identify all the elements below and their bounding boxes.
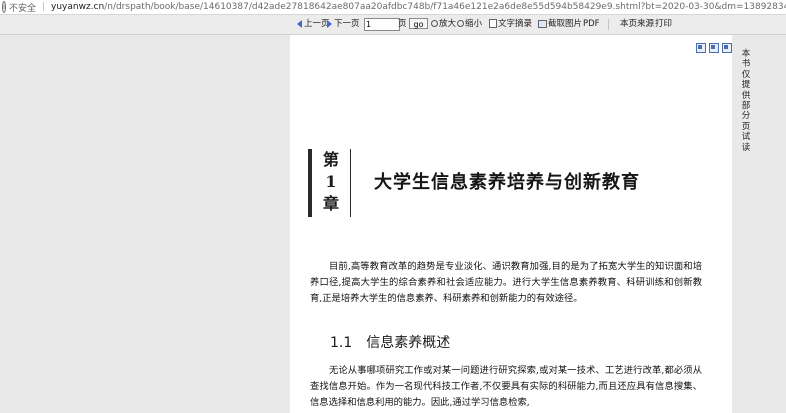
page-number-input[interactable]: [364, 18, 400, 31]
chapter-label: 第 1 章: [308, 149, 351, 217]
zoom-in-label: 放大: [439, 19, 457, 29]
url-path[interactable]: /n/drspath/book/base/14610387/d42ade2781…: [104, 2, 786, 12]
text-extract-icon: [489, 19, 497, 28]
go-button[interactable]: go: [409, 18, 428, 29]
chapter-char-1: 第: [322, 150, 339, 169]
section-paragraph: 无论从事哪项研究工作或对某一问题进行研究探索,或对某一技术、工艺进行改革,都必须…: [310, 365, 702, 408]
notice-char: 供: [741, 90, 751, 101]
zoom-in-icon: [431, 20, 438, 27]
address-separator: |: [41, 2, 46, 12]
notice-char: 本: [741, 49, 751, 59]
url-host[interactable]: yuyanwz.cn: [51, 2, 104, 12]
prev-page-button[interactable]: 上一页: [297, 18, 330, 31]
chapter-title: 大学生信息素养培养与创新教育: [374, 172, 640, 193]
single-page-icon[interactable]: [696, 43, 706, 53]
zoom-out-label: 缩小: [465, 19, 483, 29]
double-page-icon[interactable]: [709, 43, 719, 53]
page-source-button[interactable]: 本页来源: [620, 18, 654, 31]
book-page: 第 1 章 大学生信息素养培养与创新教育 目前,高等教育改革的趋势是专业淡化、通…: [290, 35, 732, 413]
notice-char: 书: [741, 59, 751, 70]
notice-char: 分: [741, 111, 751, 122]
prev-page-label: 上一页: [304, 19, 330, 29]
print-button[interactable]: 打印: [655, 18, 672, 31]
next-page-button[interactable]: 下一页: [327, 18, 360, 31]
reader-viewport[interactable]: 第 1 章 大学生信息素养培养与创新教育 目前,高等教育改革的趋势是专业淡化、通…: [0, 35, 786, 413]
notice-char: 试: [741, 132, 751, 143]
capture-image-label: 截取图片: [548, 19, 583, 29]
page-view-controls: [693, 38, 732, 57]
trial-read-notice: 本 书 仅 提 供 部 分 页 试 读: [738, 35, 754, 153]
zoom-in-button[interactable]: 放大: [431, 18, 456, 31]
reader-toolbar: 上一页 下一页 页 go 放大 缩小 文字摘录 截取图片 PDF 本页来源 打印: [0, 15, 786, 35]
capture-image-icon: [538, 19, 547, 28]
toolbar-divider: [608, 19, 609, 30]
security-label[interactable]: 不安全: [9, 1, 36, 14]
text-extract-label: 文字摘录: [498, 19, 533, 29]
arrow-right-icon: [327, 19, 332, 28]
pdf-button[interactable]: PDF: [583, 18, 600, 31]
fullscreen-icon[interactable]: [722, 43, 732, 53]
intro-paragraph: 目前,高等教育改革的趋势是专业淡化、通识教育加强,目的是为了拓宽大学生的知识面和…: [310, 261, 702, 304]
capture-image-button[interactable]: 截取图片: [538, 18, 582, 31]
section-heading: 1.1 信息素养概述: [330, 332, 450, 352]
notice-char: 提: [741, 80, 751, 91]
info-icon[interactable]: i: [2, 1, 6, 13]
notice-char: 部: [741, 101, 751, 112]
chapter-char-2: 1: [325, 172, 337, 191]
next-page-label: 下一页: [334, 19, 360, 29]
arrow-left-icon: [297, 19, 302, 28]
notice-char: 读: [741, 142, 751, 153]
section-number: 1.1: [330, 335, 353, 351]
zoom-out-icon: [457, 20, 464, 27]
page-unit-label: 页: [398, 19, 407, 29]
address-bar[interactable]: i 不安全 | yuyanwz.cn/n/drspath/book/base/1…: [0, 0, 786, 15]
notice-char: 仅: [741, 69, 751, 80]
section-title: 信息素养概述: [366, 335, 451, 351]
zoom-out-button[interactable]: 缩小: [457, 18, 482, 31]
notice-char: 页: [741, 121, 751, 132]
chapter-char-3: 章: [322, 194, 339, 213]
text-extract-button[interactable]: 文字摘录: [489, 18, 532, 31]
